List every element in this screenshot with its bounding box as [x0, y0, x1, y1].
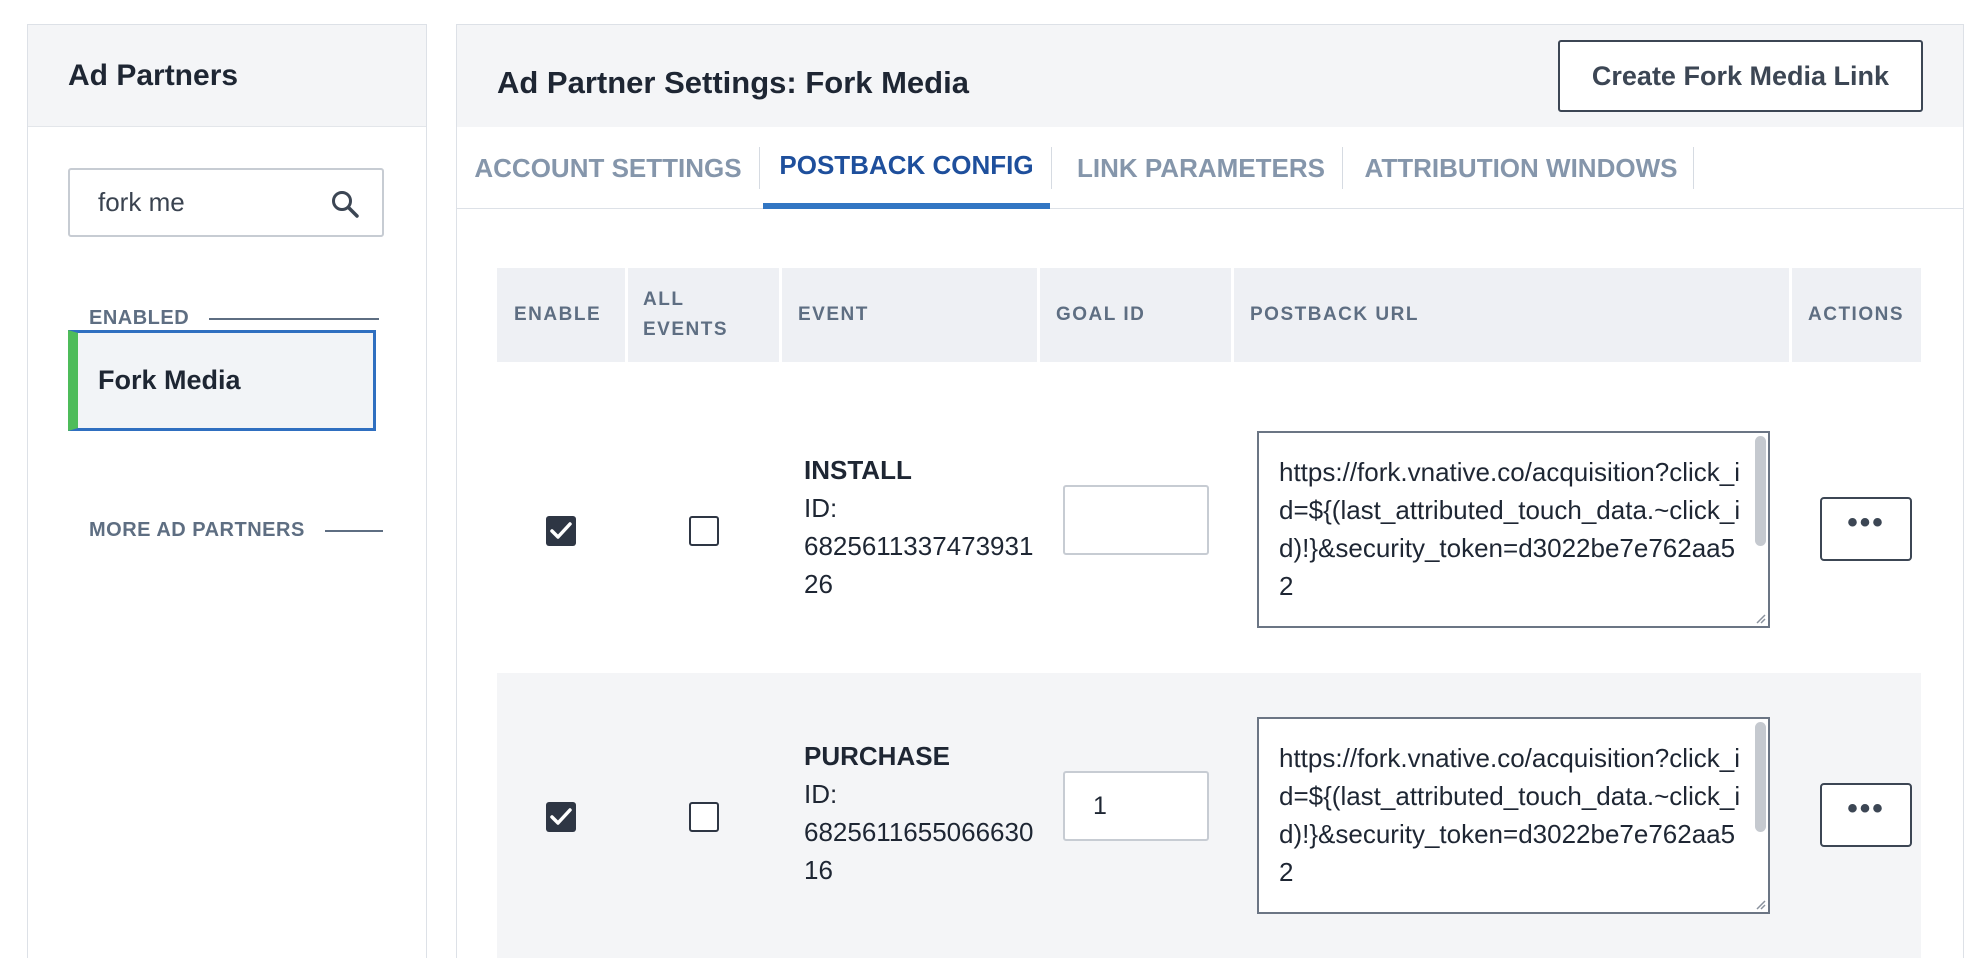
column-header-all-events-line2: EVENTS — [643, 319, 729, 340]
partner-search-box[interactable] — [68, 168, 384, 237]
column-header-all-events: ALL EVENTS — [643, 268, 728, 362]
tab-divider — [1051, 147, 1052, 189]
column-divider — [625, 268, 628, 362]
column-header-enable: ENABLE — [514, 304, 602, 325]
row-actions-button[interactable]: ••• — [1820, 497, 1912, 561]
column-header-event: EVENT — [798, 304, 869, 325]
event-id-label: ID: — [804, 779, 838, 809]
sidebar-header: Ad Partners — [28, 25, 426, 127]
textarea-scrollbar[interactable] — [1755, 436, 1766, 546]
more-partners-text: MORE AD PARTNERS — [89, 519, 305, 541]
enabled-section-text: ENABLED — [89, 307, 190, 329]
more-actions-icon: ••• — [1847, 506, 1885, 539]
more-actions-icon: ••• — [1847, 792, 1885, 825]
postback-url-text: https://fork.vnative.co/acquisition?clic… — [1279, 743, 1741, 887]
search-icon[interactable] — [330, 189, 360, 219]
sidebar-item-fork-media[interactable]: Fork Media — [68, 330, 376, 431]
tab-divider — [1342, 147, 1343, 189]
section-divider — [209, 317, 380, 320]
create-link-button[interactable]: Create Fork Media Link — [1557, 40, 1923, 112]
resize-handle-icon[interactable] — [1754, 612, 1766, 624]
enable-checkbox[interactable] — [546, 516, 576, 546]
postback-url-textarea[interactable]: https://fork.vnative.co/acquisition?clic… — [1257, 431, 1770, 628]
checkmark-icon — [550, 522, 572, 539]
event-id-value: 682561133747393126 — [804, 531, 1034, 599]
column-divider — [1789, 268, 1792, 362]
goal-id-input[interactable] — [1063, 485, 1209, 555]
section-divider — [324, 529, 383, 532]
partner-search-input[interactable] — [98, 187, 318, 218]
column-divider — [779, 268, 782, 362]
tab-divider — [759, 147, 760, 189]
event-name: PURCHASE — [804, 741, 950, 771]
tab-postback-config[interactable]: POSTBACK CONFIG — [763, 127, 1050, 209]
ad-partner-settings-panel: Ad Partner Settings: Fork Media Create F… — [456, 24, 1964, 958]
settings-header: Ad Partner Settings: Fork Media Create F… — [457, 25, 1963, 127]
sidebar-title: Ad Partners — [68, 58, 239, 92]
row-actions-button[interactable]: ••• — [1820, 783, 1912, 847]
textarea-scrollbar[interactable] — [1755, 722, 1766, 832]
column-header-goal-id: GOAL ID — [1056, 304, 1146, 325]
column-header-all-events-line1: ALL — [643, 289, 685, 310]
column-divider — [1037, 268, 1040, 362]
column-header-postback-url: POSTBACK URL — [1250, 304, 1419, 325]
resize-handle-icon[interactable] — [1754, 898, 1766, 910]
column-header-actions: ACTIONS — [1808, 304, 1904, 325]
page-title: Ad Partner Settings: Fork Media — [497, 65, 969, 100]
tab-attribution-windows[interactable]: ATTRIBUTION WINDOWS — [1347, 127, 1695, 209]
event-id-value: 682561165506663016 — [804, 817, 1034, 885]
enable-checkbox[interactable] — [546, 802, 576, 832]
event-name: INSTALL — [804, 455, 912, 485]
goal-id-input[interactable] — [1063, 771, 1209, 841]
checkmark-icon — [550, 808, 572, 825]
tab-divider — [1693, 147, 1694, 189]
table-row: PURCHASE ID: 682561165506663016 https://… — [497, 673, 1921, 958]
ad-partners-sidebar: Ad Partners ENABLED Fork Media MORE AD P… — [27, 24, 427, 958]
column-divider — [1231, 268, 1234, 362]
more-partners-section-label[interactable]: MORE AD PARTNERS — [89, 519, 383, 542]
settings-tabs: ACCOUNT SETTINGS POSTBACK CONFIG LINK PA… — [457, 127, 1963, 209]
postback-url-textarea[interactable]: https://fork.vnative.co/acquisition?clic… — [1257, 717, 1770, 914]
event-id-label: ID: — [804, 493, 838, 523]
postback-table-header: ENABLE ALL EVENTS EVENT GOAL ID POSTBACK… — [497, 268, 1921, 362]
enabled-section-label: ENABLED — [89, 307, 380, 330]
table-row: INSTALL ID: 682561133747393126 https://f… — [497, 387, 1921, 673]
tab-link-parameters[interactable]: LINK PARAMETERS — [1055, 127, 1347, 209]
postback-url-text: https://fork.vnative.co/acquisition?clic… — [1279, 457, 1741, 601]
all-events-checkbox[interactable] — [689, 516, 719, 546]
tab-account-settings[interactable]: ACCOUNT SETTINGS — [457, 127, 759, 209]
all-events-checkbox[interactable] — [689, 802, 719, 832]
sidebar-item-label: Fork Media — [98, 365, 241, 395]
